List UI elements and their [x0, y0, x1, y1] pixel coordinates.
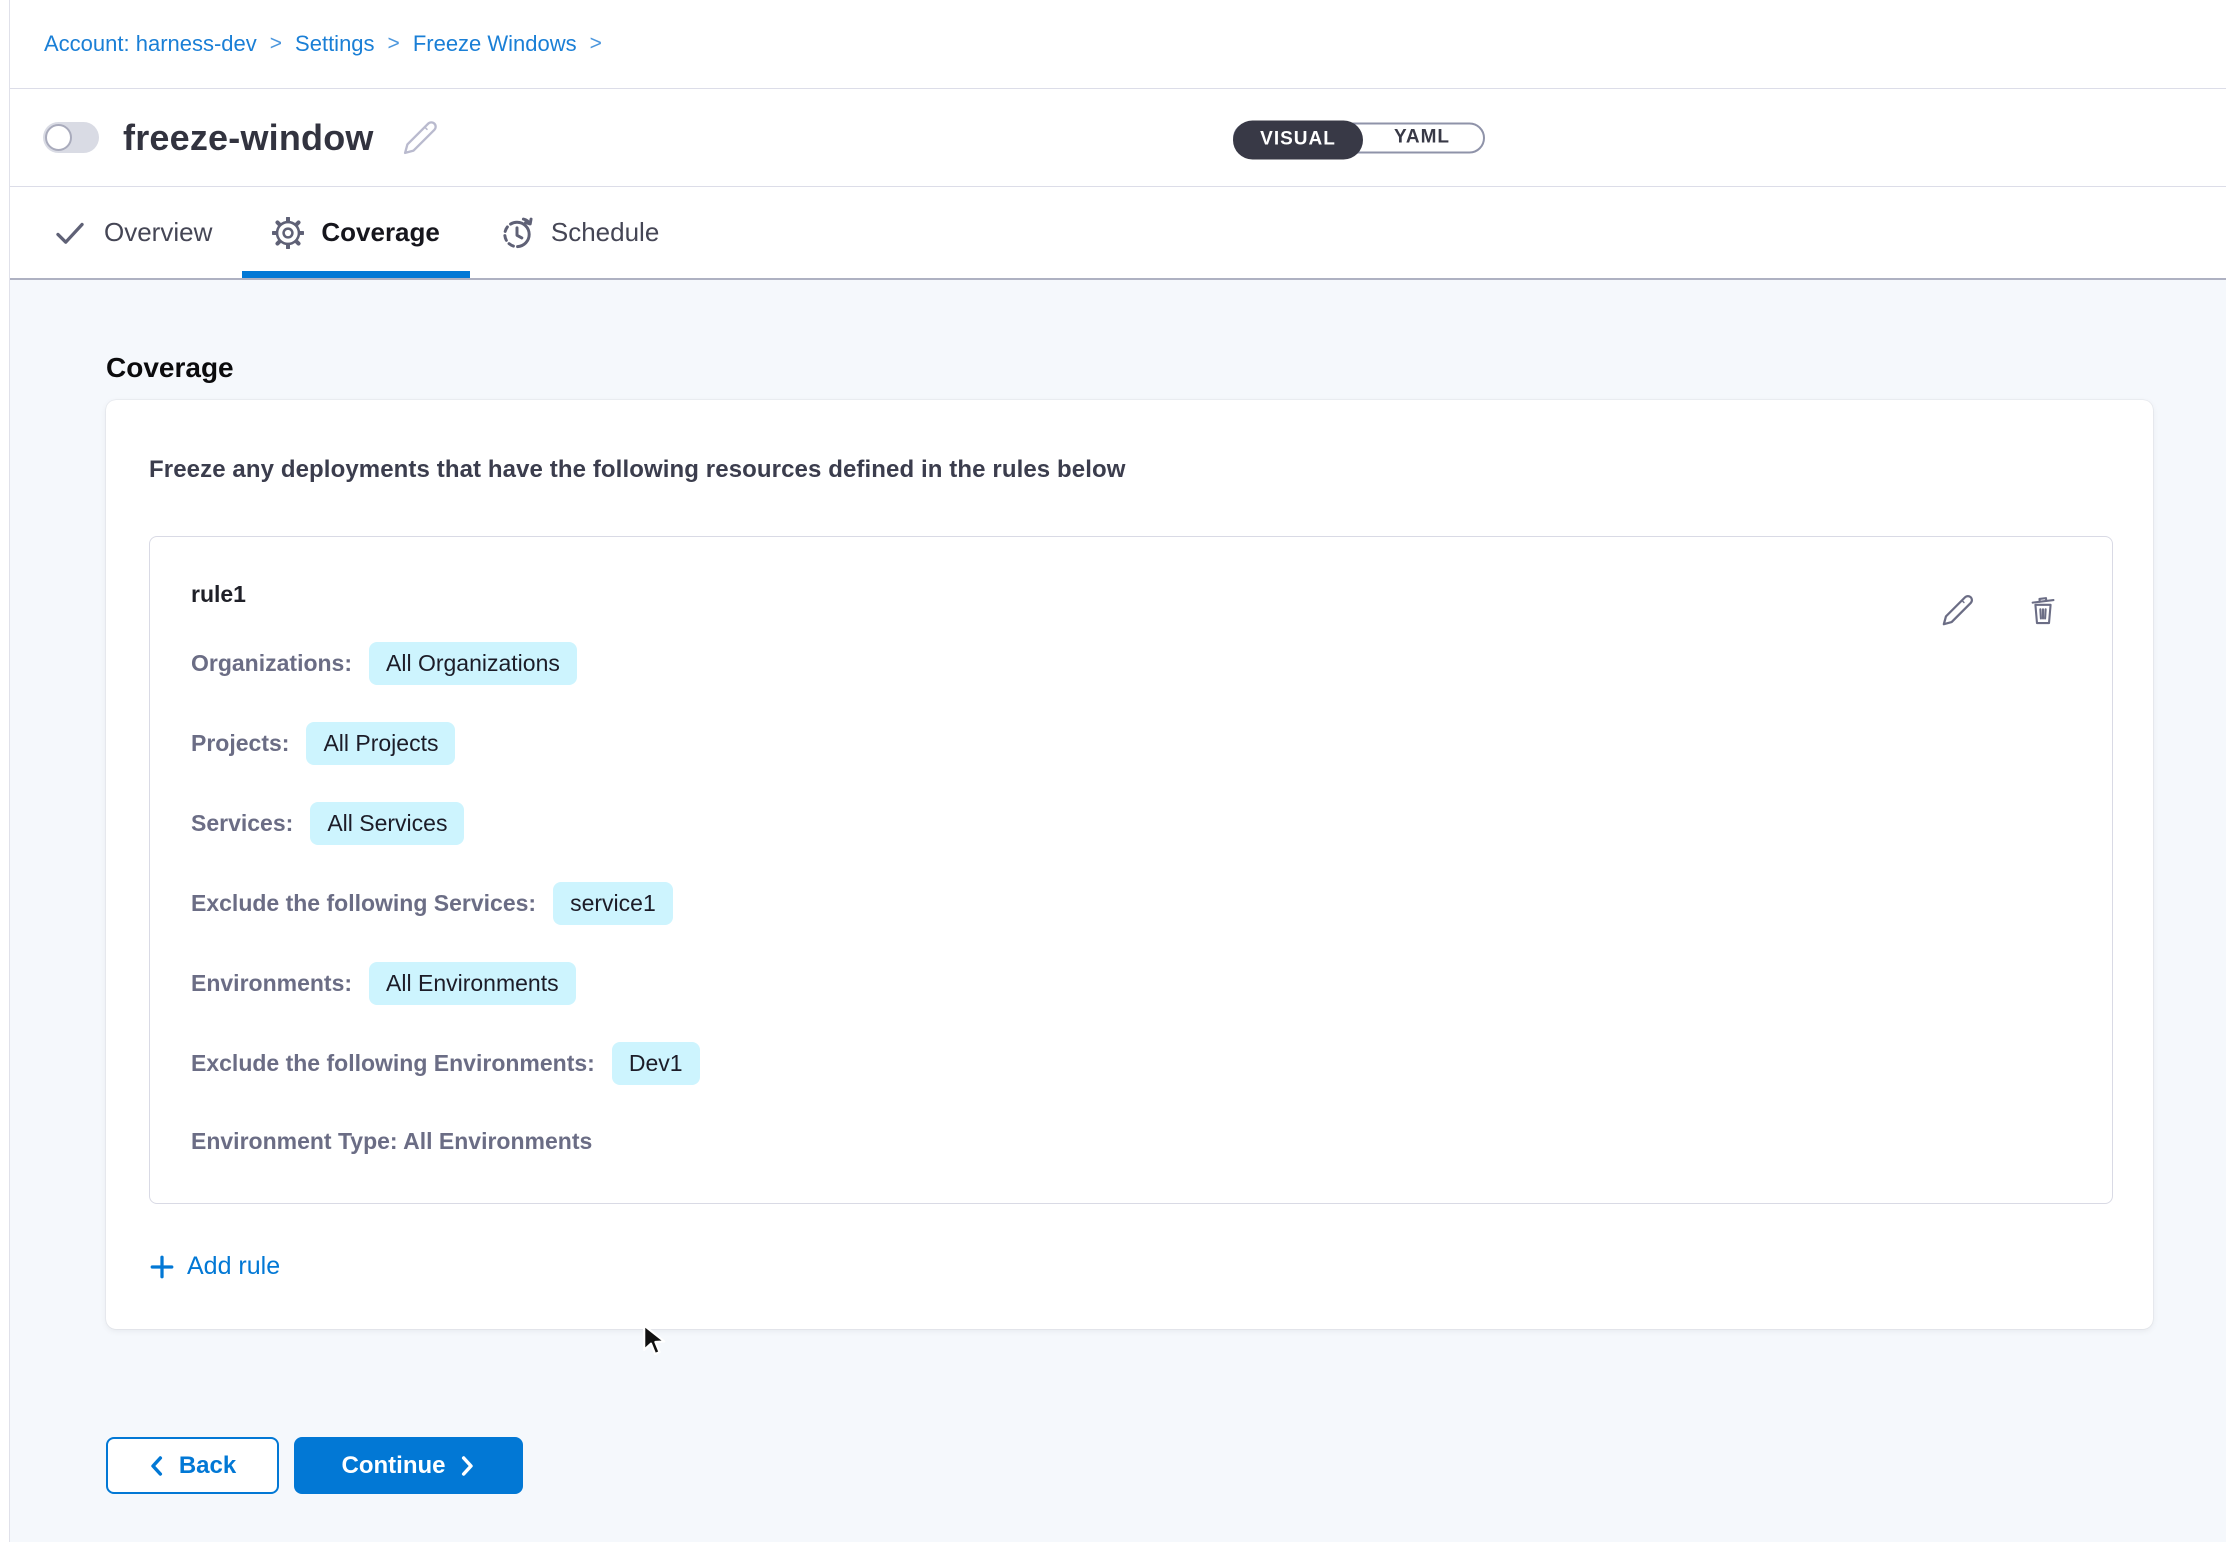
rule-row-services: Services: All Services	[191, 802, 2072, 845]
rule-name: rule1	[191, 581, 2072, 608]
add-rule-button[interactable]: Add rule	[149, 1252, 280, 1281]
rule-row-label: Projects:	[191, 730, 289, 757]
rule-row-projects: Projects: All Projects	[191, 722, 2072, 765]
back-label: Back	[179, 1452, 236, 1480]
section-title: Coverage	[106, 352, 2226, 384]
gear-icon	[272, 217, 304, 249]
breadcrumb: Account: harness-dev > Settings > Freeze…	[44, 31, 602, 57]
wizard-nav-buttons: Back Continue	[106, 1437, 2226, 1494]
rule-value-pill: All Environments	[369, 962, 576, 1005]
tab-overview[interactable]: Overview	[23, 187, 242, 278]
tab-coverage-label: Coverage	[321, 217, 440, 248]
page-header: freeze-window VISUAL YAML	[0, 89, 2226, 187]
rule-row-environments: Environments: All Environments	[191, 962, 2072, 1005]
coverage-card: Freeze any deployments that have the fol…	[106, 400, 2153, 1329]
breadcrumb-separator: >	[590, 32, 602, 56]
rule-value-pill: service1	[553, 882, 673, 925]
chevron-left-icon	[149, 1455, 165, 1477]
plus-icon	[149, 1254, 175, 1280]
yaml-mode-button[interactable]: YAML	[1361, 124, 1483, 151]
rule-row-label: Environments:	[191, 970, 352, 997]
continue-button[interactable]: Continue	[294, 1437, 523, 1494]
breadcrumb-freeze-windows-link[interactable]: Freeze Windows	[413, 31, 577, 57]
collapsed-nav-rail	[0, 0, 10, 1542]
coverage-content: Coverage Freeze any deployments that hav…	[0, 280, 2226, 1542]
coverage-card-heading: Freeze any deployments that have the fol…	[149, 456, 2113, 484]
rule-value-pill: All Services	[310, 802, 464, 845]
add-rule-label: Add rule	[187, 1252, 280, 1281]
visual-mode-button[interactable]: VISUAL	[1233, 120, 1363, 159]
tab-coverage[interactable]: Coverage	[242, 187, 470, 278]
pencil-icon	[402, 119, 439, 156]
breadcrumb-account-link[interactable]: Account: harness-dev	[44, 31, 257, 57]
freeze-window-page: Account: harness-dev > Settings > Freeze…	[0, 0, 2226, 1542]
trash-icon	[2027, 593, 2059, 627]
rule-row-label: Services:	[191, 810, 293, 837]
rule-value-pill: All Projects	[306, 722, 455, 765]
breadcrumb-settings-link[interactable]: Settings	[295, 31, 375, 57]
toggle-knob	[45, 124, 72, 151]
rule-row-label: Exclude the following Environments:	[191, 1050, 595, 1077]
pencil-icon	[1941, 593, 1975, 627]
continue-label: Continue	[342, 1452, 446, 1480]
tab-schedule-label: Schedule	[551, 217, 659, 248]
rule-value-pill: Dev1	[612, 1042, 700, 1085]
rule-row-exclude-environments: Exclude the following Environments: Dev1	[191, 1042, 2072, 1085]
tab-overview-label: Overview	[104, 217, 212, 248]
chevron-right-icon	[459, 1455, 475, 1477]
rule-row-organizations: Organizations: All Organizations	[191, 642, 2072, 685]
breadcrumb-separator: >	[388, 32, 400, 56]
breadcrumb-bar: Account: harness-dev > Settings > Freeze…	[0, 0, 2226, 89]
visual-yaml-switch: VISUAL YAML	[1233, 122, 1485, 153]
rule-card: rule1 Organizations: All Organizations P…	[149, 536, 2113, 1204]
edit-rule-button[interactable]	[1941, 593, 1975, 627]
breadcrumb-separator: >	[270, 32, 282, 56]
rule-row-label: Exclude the following Services:	[191, 890, 536, 917]
page-title: freeze-window	[123, 117, 374, 159]
check-icon	[53, 216, 87, 250]
back-button[interactable]: Back	[106, 1437, 279, 1494]
wizard-tabs: Overview	[0, 187, 2226, 280]
rule-actions	[1941, 593, 2059, 627]
environment-type-line: Environment Type: All Environments	[191, 1128, 2072, 1155]
rule-row-exclude-services: Exclude the following Services: service1	[191, 882, 2072, 925]
tab-schedule[interactable]: Schedule	[470, 187, 689, 278]
rule-value-pill: All Organizations	[369, 642, 577, 685]
rule-row-label: Organizations:	[191, 650, 352, 677]
delete-rule-button[interactable]	[2027, 593, 2059, 627]
freeze-enabled-toggle[interactable]	[43, 122, 99, 153]
edit-title-button[interactable]	[402, 119, 439, 156]
clock-history-icon	[500, 216, 534, 250]
